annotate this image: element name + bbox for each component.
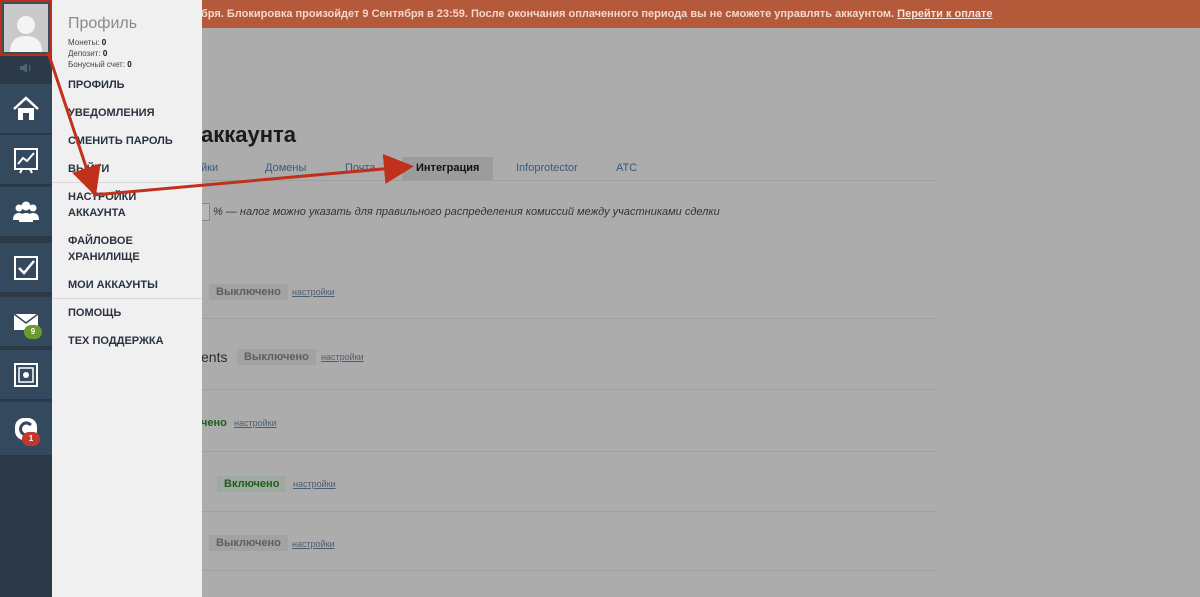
settings-link[interactable]: настройки [321, 352, 364, 362]
profile-avatar-button[interactable] [0, 0, 52, 56]
page-title: аккаунта [201, 122, 297, 147]
coins-label: Монеты: [68, 38, 100, 47]
status-badge: Выключено [209, 535, 288, 551]
bonus-label: Бонусный счет: [68, 60, 126, 69]
tab-domains[interactable]: Домены [265, 157, 306, 180]
row-divider [201, 570, 936, 571]
tax-input[interactable] [201, 203, 210, 221]
menu-profile-title: Профиль [68, 15, 138, 32]
settings-link[interactable]: настройки [293, 479, 336, 489]
settings-link[interactable]: настройки [292, 539, 335, 549]
tasks-button[interactable] [0, 243, 52, 293]
c-app-button[interactable]: 1 [0, 402, 52, 456]
coins-value: 0 [101, 38, 107, 47]
deposit-label: Депозит: [68, 49, 101, 58]
mail-button[interactable]: 9 [0, 297, 52, 347]
coins-stat: Монеты: 0 [68, 38, 106, 47]
settings-link[interactable]: настройки [292, 287, 335, 297]
tax-note: % — налог можно указать для правильного … [213, 205, 720, 218]
bonus-value: 0 [127, 60, 132, 69]
user-silhouette-icon [10, 16, 42, 52]
settings-link[interactable]: настройки [234, 418, 277, 428]
users-button[interactable] [0, 187, 52, 237]
deposit-stat: Депозит: 0 [68, 49, 107, 58]
checkbox-icon [14, 255, 38, 280]
home-icon [13, 95, 39, 120]
menu-item-tech-support[interactable]: ТЕХ ПОДДЕРЖКА [68, 333, 198, 349]
tab-integration[interactable]: Интеграция [402, 157, 494, 180]
banner-text: бря. Блокировка произойдет 9 Сентября в … [201, 8, 895, 20]
menu-divider [52, 298, 202, 299]
home-button[interactable] [0, 84, 52, 134]
menu-item-logout[interactable]: ВЫЙТИ [68, 161, 198, 177]
deposit-value: 0 [102, 49, 108, 58]
tab-ats[interactable]: АТС [616, 157, 637, 180]
row-divider [201, 389, 936, 390]
settings-tabs: йки Домены Почта Интеграция Infoprotecto… [201, 157, 936, 181]
speaker-icon[interactable] [0, 56, 52, 80]
row-divider [201, 318, 936, 319]
avatar [4, 4, 48, 52]
tab-infoprotector[interactable]: Infoprotector [516, 157, 578, 180]
c-count-badge: 1 [22, 432, 40, 446]
menu-item-my-accounts[interactable]: МОИ АККАУНТЫ [68, 277, 198, 293]
go-to-payment-link[interactable]: Перейти к оплате [897, 8, 992, 20]
status-badge: Включено [217, 476, 287, 492]
menu-item-notifications[interactable]: УВЕДОМЛЕНИЯ [68, 105, 198, 121]
menu-item-profile[interactable]: ПРОФИЛЬ [68, 77, 198, 93]
status-badge: Выключено [209, 284, 288, 300]
sidebar: 9 1 [0, 0, 52, 597]
tab-settings[interactable]: йки [201, 157, 218, 180]
analytics-button[interactable] [0, 135, 52, 185]
menu-item-account-settings[interactable]: НАСТРОЙКИ АККАУНТА [68, 189, 158, 221]
mail-count-badge: 9 [24, 325, 42, 339]
menu-item-file-storage[interactable]: ФАЙЛОВОЕ ХРАНИЛИЩЕ [68, 233, 158, 265]
chart-icon [14, 147, 38, 173]
row-divider [201, 511, 936, 512]
menu-item-help[interactable]: ПОМОЩЬ [68, 305, 198, 321]
safe-icon [14, 362, 38, 387]
integration-name: ents [201, 349, 228, 365]
tab-mail[interactable]: Почта [345, 157, 376, 180]
users-icon [13, 201, 39, 222]
menu-divider [52, 182, 202, 183]
row-divider [201, 451, 936, 452]
menu-item-change-password[interactable]: СМЕНИТЬ ПАРОЛЬ [68, 133, 198, 149]
tax-row: % — налог можно указать для правильного … [201, 203, 720, 221]
status-badge: Выключено [237, 349, 316, 365]
profile-dropdown-menu: Профиль Монеты: 0 Депозит: 0 Бонусный сч… [52, 0, 202, 597]
safe-button[interactable] [0, 350, 52, 400]
bonus-stat: Бонусный счет: 0 [68, 60, 132, 69]
